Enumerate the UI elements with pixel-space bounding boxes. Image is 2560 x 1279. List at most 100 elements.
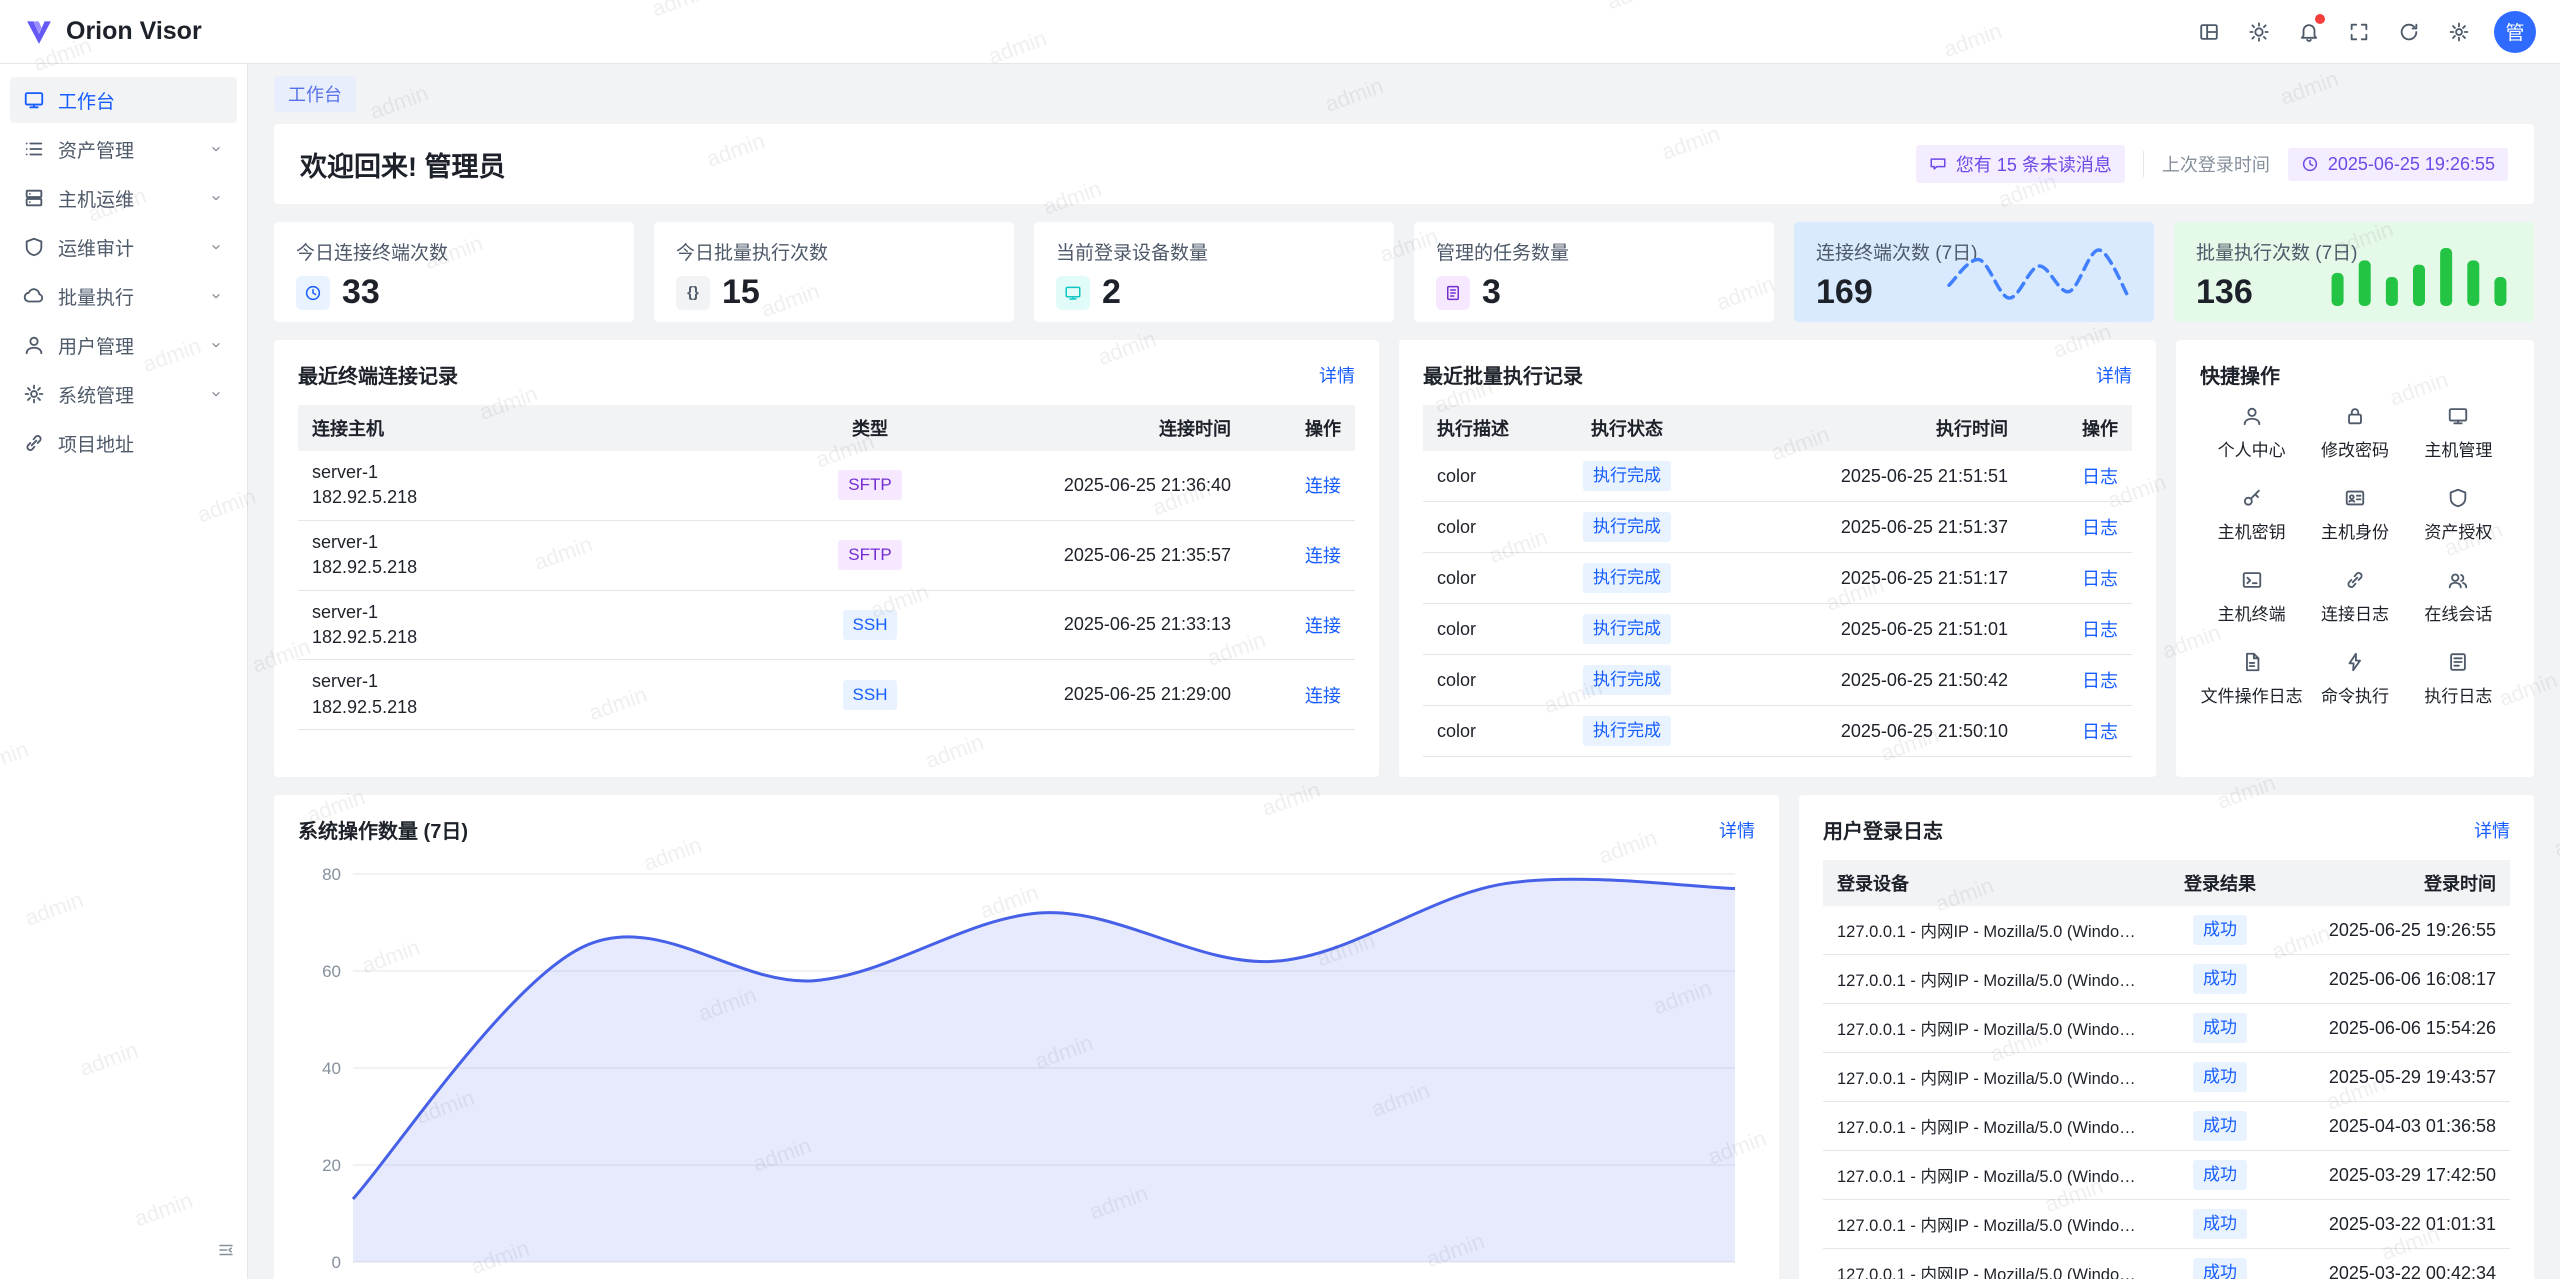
collapse-sidebar-icon[interactable] xyxy=(217,1241,235,1265)
batch-executions-panel: 最近批量执行记录 详情 执行描述 执行状态 执行时间 操作 color 执行完成 xyxy=(1399,340,2156,777)
panel-title: 最近批量执行记录 xyxy=(1423,360,1583,389)
connect-link[interactable]: 连接 xyxy=(1305,616,1341,636)
quick-action-personal-center[interactable]: 个人中心 xyxy=(2200,405,2303,461)
unread-messages-badge[interactable]: 您有 15 条未读消息 xyxy=(1916,145,2125,183)
login-result-badge: 成功 xyxy=(2193,1013,2247,1043)
connect-link[interactable]: 连接 xyxy=(1305,686,1341,706)
table-row: server-1182.92.5.218 SFTP 2025-06-25 21:… xyxy=(298,520,1355,590)
stat-card-managed-tasks: 管理的任务数量 3 xyxy=(1414,222,1774,322)
sidebar-item-workbench[interactable]: 工作台 xyxy=(10,77,237,123)
lock-icon xyxy=(2344,405,2366,427)
quick-action-host-identity[interactable]: 主机身份 xyxy=(2303,487,2406,543)
chevron-down-icon xyxy=(208,288,224,304)
log-link[interactable]: 日志 xyxy=(2082,722,2118,742)
refresh-icon[interactable] xyxy=(2388,11,2430,53)
brightness-icon[interactable] xyxy=(2238,11,2280,53)
bolt-icon xyxy=(2344,651,2366,673)
batch-detail-link[interactable]: 详情 xyxy=(2096,362,2132,388)
panel-title: 最近终端连接记录 xyxy=(298,360,458,389)
gear-icon xyxy=(23,383,45,405)
app-logo[interactable]: Orion Visor xyxy=(24,17,202,47)
quick-action-execution-logs[interactable]: 执行日志 xyxy=(2407,651,2510,707)
table-row: color 执行完成 2025-06-25 21:50:42 日志 xyxy=(1423,655,2132,706)
quick-action-asset-authorization[interactable]: 资产授权 xyxy=(2407,487,2510,543)
table-row: 127.0.0.1 - 内网IP - Mozilla/5.0 (Windows … xyxy=(1823,1053,2510,1102)
login-result-badge: 成功 xyxy=(2193,1062,2247,1092)
sidebar-item-ops-audit[interactable]: 运维审计 xyxy=(10,224,237,270)
login-result-badge: 成功 xyxy=(2193,1111,2247,1141)
log-link[interactable]: 日志 xyxy=(2082,518,2118,538)
login-logs-panel: 用户登录日志 详情 登录设备 登录结果 登录时间 127.0.0.1 - 内网I… xyxy=(1799,795,2534,1279)
log-link[interactable]: 日志 xyxy=(2082,569,2118,589)
execution-7d-bars xyxy=(2324,242,2514,306)
sidebar-item-system-management[interactable]: 系统管理 xyxy=(10,371,237,417)
monitor-icon xyxy=(23,89,45,111)
quick-action-file-operation-logs[interactable]: 文件操作日志 xyxy=(2200,651,2303,707)
chevron-down-icon xyxy=(208,386,224,402)
status-badge: 执行完成 xyxy=(1583,665,1671,695)
chevron-down-icon xyxy=(208,337,224,353)
clock-icon xyxy=(296,276,330,310)
list-icon xyxy=(23,138,45,160)
welcome-banner: 欢迎回来! 管理员 您有 15 条未读消息 上次登录时间 2025-06-25 … xyxy=(274,124,2534,204)
terminal-detail-link[interactable]: 详情 xyxy=(1319,362,1355,388)
connect-link[interactable]: 连接 xyxy=(1305,476,1341,496)
last-login-label: 上次登录时间 xyxy=(2162,151,2270,177)
quick-action-host-terminal[interactable]: 主机终端 xyxy=(2200,569,2303,625)
sidebar-item-batch-execution[interactable]: 批量执行 xyxy=(10,273,237,319)
fullscreen-icon[interactable] xyxy=(2338,11,2380,53)
table-row: server-1182.92.5.218 SSH 2025-06-25 21:3… xyxy=(298,590,1355,660)
panel-title: 快捷操作 xyxy=(2200,360,2280,389)
log-link[interactable]: 日志 xyxy=(2082,620,2118,640)
quick-action-connection-logs[interactable]: 连接日志 xyxy=(2303,569,2406,625)
quick-action-change-password[interactable]: 修改密码 xyxy=(2303,405,2406,461)
quick-action-online-sessions[interactable]: 在线会话 xyxy=(2407,569,2510,625)
chevron-down-icon xyxy=(208,190,224,206)
table-row: color 执行完成 2025-06-25 21:51:17 日志 xyxy=(1423,553,2132,604)
type-tag: SSH xyxy=(843,680,898,710)
sidebar-item-host-ops[interactable]: 主机运维 xyxy=(10,175,237,221)
log-link[interactable]: 日志 xyxy=(2082,467,2118,487)
sidebar-item-user-management[interactable]: 用户管理 xyxy=(10,322,237,368)
table-row: 127.0.0.1 - 内网IP - Mozilla/5.0 (Windows … xyxy=(1823,906,2510,955)
quick-action-host-management[interactable]: 主机管理 xyxy=(2407,405,2510,461)
user-avatar[interactable]: 管 xyxy=(2494,11,2536,53)
chart-title: 系统操作数量 (7日) xyxy=(298,815,468,844)
top-header: Orion Visor 管 xyxy=(0,0,2560,64)
notification-dot xyxy=(2315,14,2325,24)
connect-link[interactable]: 连接 xyxy=(1305,546,1341,566)
login-result-badge: 成功 xyxy=(2193,915,2247,945)
quick-action-command-execution[interactable]: 命令执行 xyxy=(2303,651,2406,707)
breadcrumb: 工作台 xyxy=(274,64,2534,124)
message-icon xyxy=(1929,155,1947,173)
link-icon xyxy=(23,432,45,454)
svg-text:20: 20 xyxy=(322,1156,341,1175)
braces-icon: {} xyxy=(676,276,710,310)
log-link[interactable]: 日志 xyxy=(2082,671,2118,691)
table-row: color 执行完成 2025-06-25 21:51:51 日志 xyxy=(1423,451,2132,502)
settings-gear-icon[interactable] xyxy=(2438,11,2480,53)
system-operations-detail-link[interactable]: 详情 xyxy=(1719,817,1755,843)
svg-text:40: 40 xyxy=(322,1059,341,1078)
table-row: 127.0.0.1 - 内网IP - Mozilla/5.0 (Windows … xyxy=(1823,1249,2510,1279)
sidebar-item-project-url[interactable]: 项目地址 xyxy=(10,420,237,466)
user-icon xyxy=(23,334,45,356)
quick-action-host-keys[interactable]: 主机密钥 xyxy=(2200,487,2303,543)
sidebar-item-asset-management[interactable]: 资产管理 xyxy=(10,126,237,172)
divider xyxy=(2143,151,2144,177)
table-row: 127.0.0.1 - 内网IP - Mozilla/5.0 (Windows … xyxy=(1823,955,2510,1004)
terminal-connections-panel: 最近终端连接记录 详情 连接主机 类型 连接时间 操作 server-1182.… xyxy=(274,340,1379,777)
login-logs-detail-link[interactable]: 详情 xyxy=(2474,817,2510,843)
breadcrumb-item-workbench[interactable]: 工作台 xyxy=(274,76,356,112)
layout-icon[interactable] xyxy=(2188,11,2230,53)
system-operations-chart: 0204060802025-06-192025-06-202025-06-212… xyxy=(298,860,1755,1279)
table-row: server-1182.92.5.218 SSH 2025-06-25 21:2… xyxy=(298,660,1355,730)
terminal-connections-table: 连接主机 类型 连接时间 操作 server-1182.92.5.218 SFT… xyxy=(298,405,1355,730)
type-tag: SSH xyxy=(843,610,898,640)
server-icon xyxy=(23,187,45,209)
table-row: color 执行完成 2025-06-25 21:51:37 日志 xyxy=(1423,502,2132,553)
monitor-icon xyxy=(2447,405,2469,427)
table-row: 127.0.0.1 - 内网IP - Mozilla/5.0 (Windows … xyxy=(1823,1151,2510,1200)
notification-bell-icon[interactable] xyxy=(2288,11,2330,53)
status-badge: 执行完成 xyxy=(1583,716,1671,746)
